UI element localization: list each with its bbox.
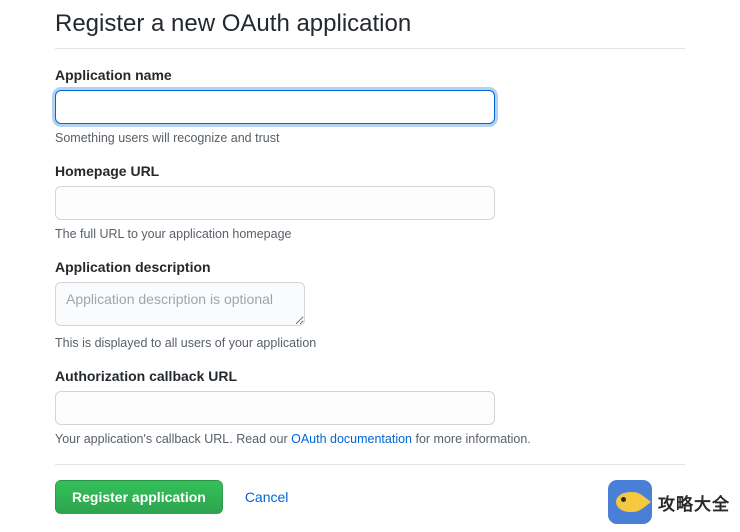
fish-icon xyxy=(608,480,652,524)
form-group-description: Application description This is displaye… xyxy=(55,259,685,350)
description-textarea[interactable] xyxy=(55,282,305,326)
description-hint: This is displayed to all users of your a… xyxy=(55,336,685,350)
homepage-url-hint: The full URL to your application homepag… xyxy=(55,227,685,241)
homepage-url-label: Homepage URL xyxy=(55,163,685,179)
callback-hint-suffix: for more information. xyxy=(412,432,531,446)
callback-url-hint: Your application's callback URL. Read ou… xyxy=(55,432,685,446)
oauth-doc-link[interactable]: OAuth documentation xyxy=(291,432,412,446)
form-group-app-name: Application name Something users will re… xyxy=(55,67,685,145)
watermark-text: 攻略大全 xyxy=(658,490,730,515)
form-actions: Register application Cancel xyxy=(55,464,685,514)
watermark: 攻略大全 xyxy=(608,480,730,524)
callback-url-input[interactable] xyxy=(55,391,495,425)
description-label: Application description xyxy=(55,259,685,275)
homepage-url-input[interactable] xyxy=(55,186,495,220)
form-group-homepage-url: Homepage URL The full URL to your applic… xyxy=(55,163,685,241)
page-title: Register a new OAuth application xyxy=(55,10,685,49)
app-name-label: Application name xyxy=(55,67,685,83)
app-name-hint: Something users will recognize and trust xyxy=(55,131,685,145)
register-button[interactable]: Register application xyxy=(55,480,223,514)
callback-url-label: Authorization callback URL xyxy=(55,368,685,384)
callback-hint-prefix: Your application's callback URL. Read ou… xyxy=(55,432,291,446)
form-group-callback-url: Authorization callback URL Your applicat… xyxy=(55,368,685,446)
cancel-button[interactable]: Cancel xyxy=(245,489,289,505)
app-name-input[interactable] xyxy=(55,90,495,124)
